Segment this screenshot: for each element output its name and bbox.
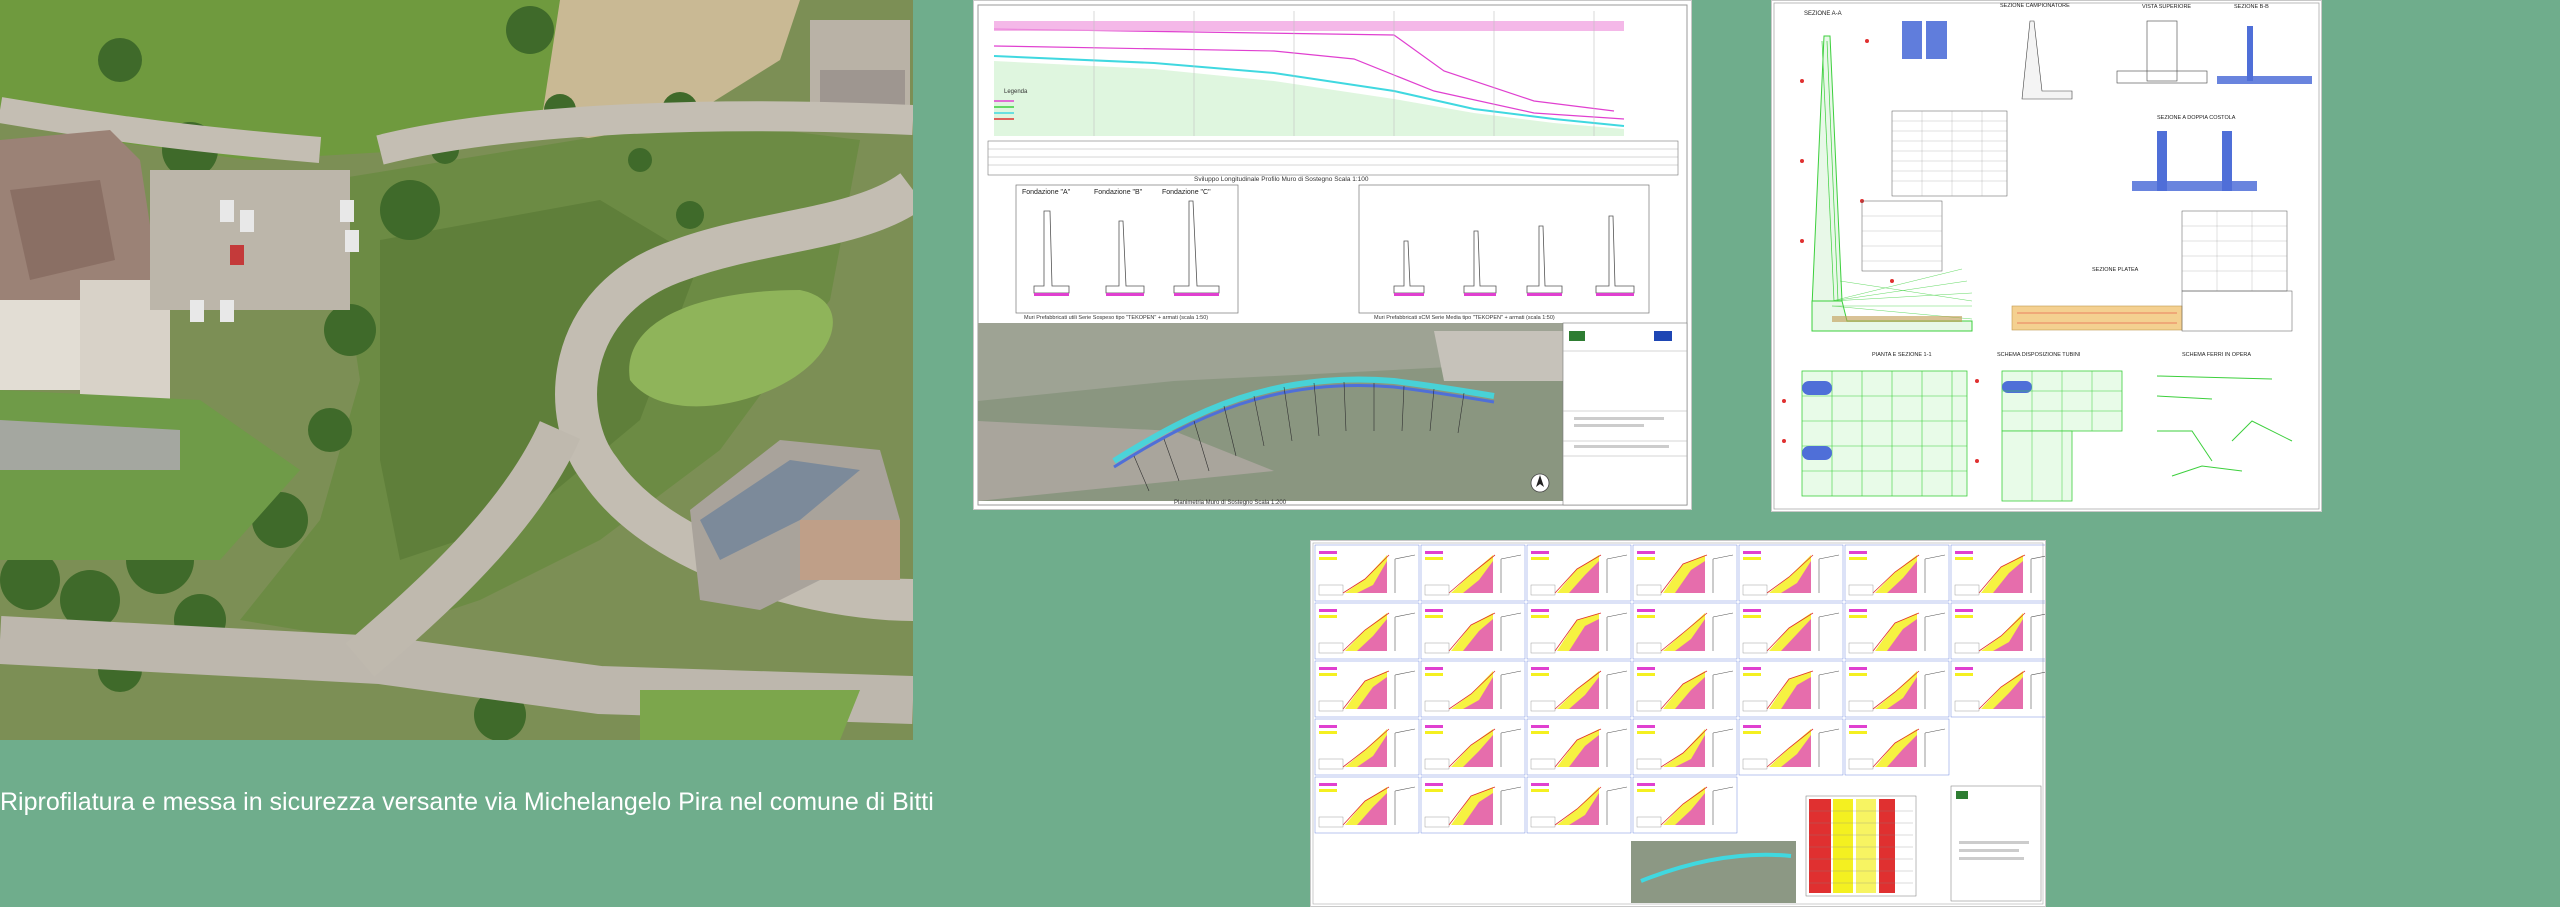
profile-title: Sviluppo Longitudinale Profilo Muro di S… (1194, 176, 1369, 183)
profile-drawing-sheet: Legenda Sviluppo Longitudinale Profilo M… (973, 0, 1692, 510)
vista-superiore-label: VISTA SUPERIORE (2142, 4, 2191, 10)
sezione-platea-label: SEZIONE PLATEA (2092, 267, 2139, 273)
legend-title: Legenda (1004, 89, 1028, 95)
foundation-c-label: Fondazione "C" (1162, 189, 1211, 196)
sezione-aa-label: SEZIONE A-A (1804, 11, 1842, 17)
schema-ferri-label: SCHEMA FERRI IN OPERA (2182, 352, 2251, 358)
schema-disposizione-label: SCHEMA DISPOSIZIONE TUBINI (1997, 352, 2081, 358)
pianta-sezione-label: PIANTA E SEZIONE 1-1 (1872, 352, 1932, 358)
project-caption: Riprofilatura e messa in sicurezza versa… (0, 788, 934, 816)
plan-caption: Planimetria Muro di Sostegno Scala 1:200 (1174, 500, 1287, 506)
sezione-campionatore-label: SEZIONE CAMPIONATORE (2000, 3, 2070, 9)
caption-right: Muri Prefabbricati sCM Serie Media tipo … (1374, 315, 1555, 321)
analysis-drawing-sheet (1310, 540, 2046, 907)
sections-drawing-sheet: SEZIONE A-A SEZIONE CAMPIONATORE VISTA S… (1771, 0, 2322, 512)
aerial-photo (0, 0, 913, 740)
foundation-b-label: Fondazione "B" (1094, 189, 1143, 196)
foundation-a-label: Fondazione "A" (1022, 189, 1071, 196)
sezione-bb-label: SEZIONE B-B (2234, 4, 2269, 10)
caption-left: Muri Prefabbricati utili Serie Sospeso t… (1024, 315, 1208, 321)
sezione-doppia-label: SEZIONE A DOPPIA COSTOLA (2157, 115, 2236, 121)
